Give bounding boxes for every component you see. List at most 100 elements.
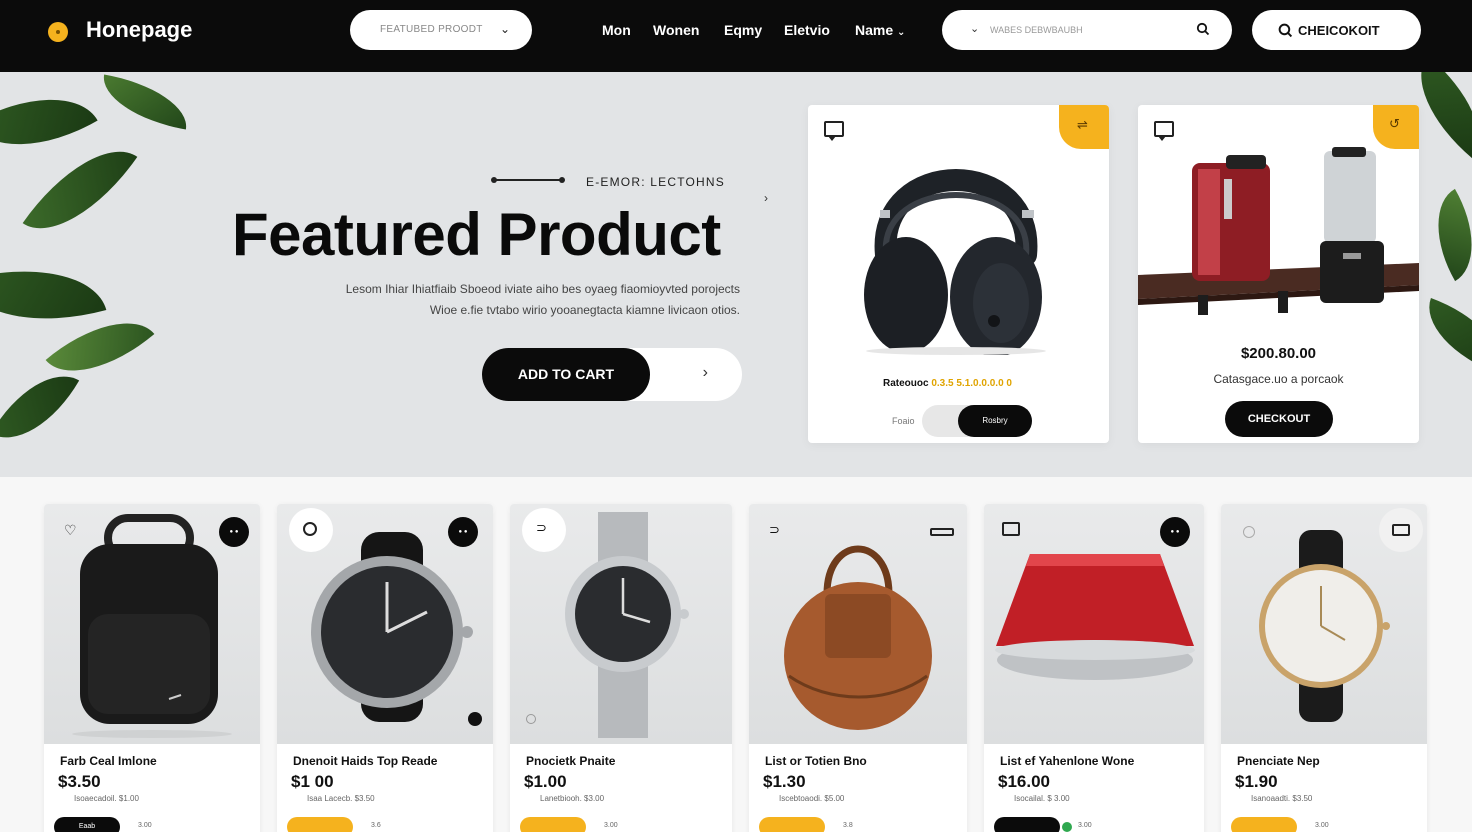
chevron-down-icon[interactable]: ⌄	[970, 22, 979, 35]
product-price: $1 00	[291, 772, 334, 791]
product-name[interactable]: Pnocietk Pnaite	[526, 754, 615, 768]
featured-price: $200.80.00	[1240, 345, 1317, 362]
badge-icon[interactable]: ● ●	[1160, 517, 1190, 547]
product-name[interactable]: Farb Ceal Imlone	[60, 754, 157, 768]
product-card[interactable]: ● ● Dnenoit Haids Top Reade $1 00 Isaa L…	[277, 504, 493, 832]
nav-link-women[interactable]: Wonen	[653, 22, 699, 38]
add-to-cart-button[interactable]: ADD TO CART	[482, 348, 650, 401]
product-action-button[interactable]	[994, 817, 1060, 832]
product-name[interactable]: List or Totien Bno	[765, 754, 867, 768]
product-image	[749, 504, 967, 744]
hero-description-line: Lesom Ihiar Ihiatfiaib Sboeod iviate aih…	[345, 282, 740, 296]
search-input[interactable]: ⌄ WABES DEBWBAUBH	[942, 10, 1232, 50]
product-subtitle: Isoaecadoil. $1.00	[74, 794, 139, 803]
featured-badge[interactable]: ↺	[1373, 105, 1419, 149]
compare-icon[interactable]	[289, 508, 333, 552]
leaf-decoration	[22, 124, 138, 256]
product-extra: 3.00	[604, 822, 618, 829]
dot-icon	[468, 712, 482, 726]
search-icon	[1278, 23, 1293, 38]
product-action-button[interactable]: Eaab	[54, 817, 120, 832]
nav-link-eqmy[interactable]: Eqmy	[724, 22, 762, 38]
leaf-decoration	[1414, 298, 1472, 374]
product-extra: 3.00	[138, 822, 152, 829]
hero-title: Featured Product	[232, 201, 721, 268]
product-subtitle: Lanetbiooh. $3.00	[540, 794, 605, 803]
kitchen-appliances-image	[1138, 147, 1419, 315]
arrow-icon: ⇌	[1077, 117, 1088, 132]
search-icon[interactable]	[1196, 22, 1210, 36]
product-price: $1.90	[1235, 772, 1278, 791]
chat-icon[interactable]	[1154, 121, 1174, 141]
logo-icon[interactable]	[48, 22, 68, 42]
share-icon[interactable]: ⊃	[522, 508, 566, 552]
checkout-button[interactable]: CHEICOKOIT	[1252, 10, 1421, 50]
chevron-down-icon: ⌄	[897, 27, 906, 38]
featured-label-text: Rateouoc	[883, 378, 929, 389]
product-subtitle: Isanoaadti. $3.50	[1251, 794, 1313, 803]
hero-description-line: Wioe e.fie tvtabo wirio yooanegtacta kia…	[429, 303, 740, 317]
product-price: $16.00	[998, 772, 1050, 791]
featured-label: Rateouoc 0.3.5 5.1.0.0.0.0 0	[883, 378, 1012, 389]
brand-name[interactable]: Honepage	[86, 17, 192, 43]
product-action-button[interactable]	[1231, 817, 1297, 832]
product-subtitle: Isocailal. $ 3.00	[1014, 794, 1070, 803]
hero-eyebrow: E-EMOR: LECTOHNS	[586, 175, 725, 189]
heart-icon[interactable]: ♡	[64, 522, 77, 539]
top-navbar: Honepage FEATUBED PROODT ⌄ Mon Wonen Eqm…	[0, 0, 1472, 72]
toggle-active-button[interactable]: Rosbry	[958, 405, 1032, 437]
nav-link-electronics[interactable]: Eletvio	[784, 22, 830, 38]
headphones-image	[864, 169, 1046, 355]
tag-icon[interactable]	[1002, 522, 1020, 536]
product-card[interactable]: ⊃ List or Totien Bno $1.30 Iscebtoaodi. …	[749, 504, 967, 832]
product-card[interactable]: ♡ ● ● Farb Ceal Imlone $3.50 Isoaecadoil…	[44, 504, 260, 832]
featured-badge[interactable]: ⇌	[1059, 105, 1109, 149]
product-extra: 3.6	[371, 822, 381, 829]
cta-group: ADD TO CART ›	[482, 348, 742, 401]
product-extra: 3.00	[1078, 822, 1092, 829]
leaf-decoration	[0, 355, 80, 459]
product-action-button[interactable]	[287, 817, 353, 832]
category-select[interactable]: FEATUBED PROODT ⌄	[350, 10, 532, 50]
circle-icon	[303, 522, 317, 536]
product-name[interactable]: Pnenciate Nep	[1237, 754, 1320, 768]
badge-icon[interactable]: ● ●	[448, 517, 478, 547]
card-icon[interactable]	[1379, 508, 1423, 552]
nav-link-name-dropdown[interactable]: Name ⌄	[855, 22, 905, 38]
product-card[interactable]: ● ● List ef Yahenlone Wone $16.00 Isocai…	[984, 504, 1204, 832]
product-price: $1.00	[524, 772, 567, 791]
ruler-icon[interactable]	[930, 528, 954, 536]
product-action-button[interactable]	[759, 817, 825, 832]
nav-link-men[interactable]: Mon	[602, 22, 631, 38]
product-name[interactable]: Dnenoit Haids Top Reade	[293, 754, 437, 768]
nav-link-name-label: Name	[855, 22, 894, 38]
product-action-button[interactable]	[520, 817, 586, 832]
product-card[interactable]: ⊃ Pnocietk Pnaite $1.00 Lanetbiooh. $3.0…	[510, 504, 732, 832]
product-price: $3.50	[58, 772, 101, 791]
link-icon: ⊃	[536, 520, 547, 535]
checkout-label: CHEICOKOIT	[1298, 23, 1380, 38]
featured-card-kitchen[interactable]: ↺ $200.80.00 Catasgace.uo a porcaok CHEC…	[1138, 105, 1419, 443]
product-subtitle: Isaa Lacecb. $3.50	[307, 794, 375, 803]
product-name[interactable]: List ef Yahenlone Wone	[1000, 754, 1134, 768]
chevron-right-icon[interactable]: ›	[764, 191, 768, 205]
product-card[interactable]: Pnenciate Nep $1.90 Isanoaadti. $3.50 3.…	[1221, 504, 1427, 832]
hero-section: E-EMOR: LECTOHNS › Featured Product Leso…	[0, 72, 1472, 477]
featured-checkout-button[interactable]: CHECKOUT	[1225, 401, 1333, 437]
leaf-decoration	[0, 72, 98, 176]
product-extra: 3.00	[1315, 822, 1329, 829]
chat-icon[interactable]	[824, 121, 844, 141]
chevron-right-icon[interactable]: ›	[703, 364, 708, 382]
dot-icon	[526, 714, 536, 724]
dot-icon[interactable]	[1243, 526, 1255, 538]
chevron-down-icon: ⌄	[499, 22, 510, 36]
bag-image	[784, 545, 932, 730]
featured-caption: Catasgace.uo a porcaok	[1213, 372, 1344, 386]
product-price: $1.30	[763, 772, 806, 791]
featured-card-headphones[interactable]: ⇌ Rateouoc 0.3.5 5.1.0.0.0.0 0 Foaio Ros…	[808, 105, 1109, 443]
share-icon[interactable]: ⊃	[769, 522, 780, 538]
refresh-icon: ↺	[1389, 116, 1400, 131]
variant-toggle[interactable]: Rosbry	[922, 405, 1032, 437]
credit-card-icon	[1392, 524, 1410, 536]
badge-icon[interactable]: ● ●	[219, 517, 249, 547]
